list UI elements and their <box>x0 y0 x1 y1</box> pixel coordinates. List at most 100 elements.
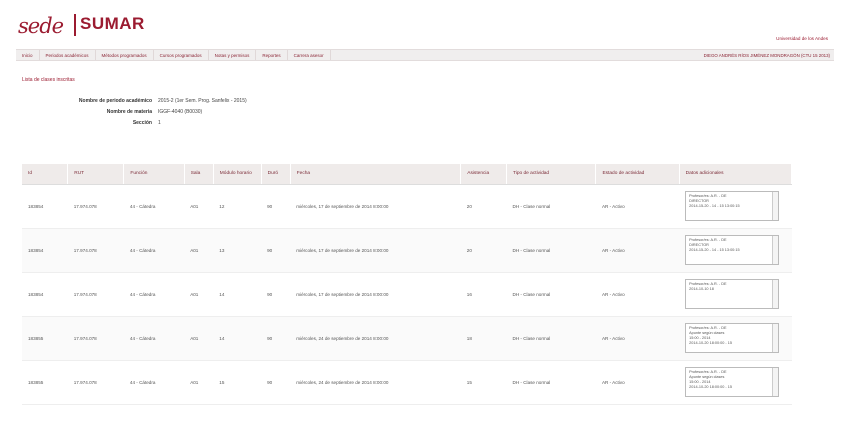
nav-reportes[interactable]: Reportes <box>256 50 288 60</box>
table-row: 183855 17.974.078 44 - Cátedra A01 14 90… <box>22 316 792 361</box>
info-value: 1 <box>158 120 161 126</box>
cell-duro: 90 <box>261 316 291 361</box>
cell-asistencia: 15 <box>460 360 507 405</box>
col-header-detalle[interactable]: Datos adicionales <box>679 164 793 185</box>
info-label: Nombre de periodo académico <box>78 98 152 104</box>
cell-duro: 90 <box>261 228 291 273</box>
cell-sala: A01 <box>184 184 214 229</box>
app-logo-name: SUMAR <box>80 14 145 33</box>
cell-tipo: DH - Clase normal <box>506 316 596 361</box>
cell-detalle: Profesor/es: A.R. - DE 2014-10-10 18 <box>679 272 792 317</box>
cell-modulo: 15 <box>213 360 262 405</box>
cell-funcion: 44 - Cátedra <box>123 316 185 361</box>
header: sede SUMAR Universidad de los Andes <box>0 0 844 46</box>
info-value: 2015-2 (1er Sem. Prog. Sanfelix - 2015) <box>158 98 247 104</box>
detail-textarea[interactable]: Profesor/es: A.R. - DE DIRECTOR 2014-15-… <box>685 235 780 265</box>
user-info[interactable]: DIEGO ANDRÉS RÍOS JIMÉNEZ MONDRAGÓN (CTU… <box>704 53 834 58</box>
cell-fecha: miércoles, 24 de septiembre de 2014 8:00… <box>290 360 461 405</box>
cell-estado: AR - Activo <box>595 360 680 405</box>
cell-funcion: 44 - Cátedra <box>123 228 185 273</box>
breadcrumb[interactable]: Lista de clases inscritas <box>22 77 75 83</box>
cell-modulo: 14 <box>213 272 262 317</box>
detail-line: 2014-10-20 18:00:00 - 15 <box>689 341 732 345</box>
col-header-rut[interactable]: RUT <box>67 164 125 185</box>
cell-fecha: miércoles, 17 de septiembre de 2014 8:00… <box>290 184 461 229</box>
detail-line: 2014-15-20 - 14 - 15 13:00:15 <box>689 204 740 208</box>
cell-duro: 90 <box>261 272 291 317</box>
university-link[interactable]: Universidad de los Andes <box>776 36 828 41</box>
cell-tipo: DH - Clase normal <box>506 228 596 273</box>
cell-estado: AR - Activo <box>595 272 680 317</box>
detail-textarea[interactable]: Profesor/es: A.R. - DE DIRECTOR 2014-15-… <box>685 191 780 221</box>
cell-duro: 90 <box>261 360 291 405</box>
table-row: 183855 17.974.078 44 - Cátedra A01 15 90… <box>22 360 792 405</box>
cell-id: 183855 <box>22 316 68 361</box>
col-header-duro[interactable]: Duró <box>261 164 291 185</box>
col-header-tipo[interactable]: Tipo de actividad <box>506 164 597 185</box>
cell-asistencia: 20 <box>460 184 507 229</box>
info-label: Nombre de materia <box>106 109 152 115</box>
col-header-asistencia[interactable]: Asistencia <box>460 164 508 185</box>
detail-textarea[interactable]: Profesor/es: A.R. - DE Apunte según clas… <box>685 323 780 353</box>
info-label: Sección <box>132 120 152 126</box>
cell-rut: 17.974.078 <box>67 316 124 361</box>
cell-detalle: Profesor/es: A.R. - DE DIRECTOR 2014-15-… <box>679 184 792 229</box>
col-header-funcion[interactable]: Función <box>123 164 185 185</box>
cell-sala: A01 <box>184 228 214 273</box>
col-header-sala[interactable]: Sala <box>184 164 214 185</box>
cell-rut: 17.974.078 <box>67 184 124 229</box>
cell-modulo: 13 <box>213 228 262 273</box>
nav-cursos-programados[interactable]: Cursos programados <box>154 50 209 60</box>
cell-funcion: 44 - Cátedra <box>123 272 185 317</box>
nav-inicio[interactable]: Inicio <box>16 50 40 60</box>
detail-scrollbar[interactable] <box>772 192 779 220</box>
col-header-fecha[interactable]: Fecha <box>290 164 462 185</box>
nav-carrera-asesor[interactable]: Carrera asesor <box>288 50 331 60</box>
cell-funcion: 44 - Cátedra <box>123 184 185 229</box>
cell-sala: A01 <box>184 360 214 405</box>
cell-fecha: miércoles, 17 de septiembre de 2014 8:00… <box>290 228 461 273</box>
cell-rut: 17.974.078 <box>67 228 124 273</box>
cell-detalle: Profesor/es: A.R. - DE DIRECTOR 2014-15-… <box>679 228 792 273</box>
cell-modulo: 14 <box>213 316 262 361</box>
cell-rut: 17.974.078 <box>67 360 124 405</box>
col-header-modulo[interactable]: Módulo horario <box>213 164 262 185</box>
col-header-id[interactable]: Id <box>22 164 69 185</box>
col-header-estado[interactable]: Estado de actividad <box>595 164 680 185</box>
cell-sala: A01 <box>184 316 214 361</box>
cell-detalle: Profesor/es: A.R. - DE Apunte según clas… <box>679 316 792 361</box>
cell-asistencia: 18 <box>460 316 507 361</box>
detail-textarea[interactable]: Profesor/es: A.R. - DE Apunte según clas… <box>685 367 780 397</box>
detail-line: 2014-10-10 18 <box>689 287 714 291</box>
class-info: Nombre de periodo académico 2015-2 (1er … <box>22 98 322 131</box>
cell-sala: A01 <box>184 272 214 317</box>
detail-textarea[interactable]: Profesor/es: A.R. - DE 2014-10-10 18 <box>685 279 780 309</box>
cell-tipo: DH - Clase normal <box>506 184 596 229</box>
main-navbar: Inicio Periodos académicos Métodos progr… <box>16 49 834 61</box>
cell-asistencia: 20 <box>460 228 507 273</box>
detail-scrollbar[interactable] <box>772 236 779 264</box>
cell-id: 183854 <box>22 184 68 229</box>
cell-detalle: Profesor/es: A.R. - DE Apunte según clas… <box>679 360 792 405</box>
info-row-periodo: Nombre de periodo académico 2015-2 (1er … <box>22 98 322 104</box>
cell-fecha: miércoles, 24 de septiembre de 2014 8:00… <box>290 316 461 361</box>
cell-id: 183854 <box>22 228 68 273</box>
detail-scrollbar[interactable] <box>772 324 779 352</box>
cell-asistencia: 16 <box>460 272 507 317</box>
cell-rut: 17.974.078 <box>67 272 124 317</box>
info-value: IGGF-4040 (B0030) <box>158 109 203 115</box>
nav-periodos-academicos[interactable]: Periodos académicos <box>40 50 96 60</box>
table-header-row: Id RUT Función Sala Módulo horario Duró … <box>22 164 793 185</box>
cell-modulo: 12 <box>213 184 262 229</box>
detail-line: 2014-15-20 - 14 - 15 13:00:15 <box>689 248 740 252</box>
logo-script: sede <box>18 14 64 38</box>
cell-funcion: 44 - Cátedra <box>123 360 185 405</box>
cell-estado: AR - Activo <box>595 316 680 361</box>
detail-scrollbar[interactable] <box>772 280 779 308</box>
table-row: 183854 17.974.078 44 - Cátedra A01 12 90… <box>22 184 792 229</box>
nav-notas-permisos[interactable]: Notas y permisos <box>209 50 257 60</box>
classes-table: Id RUT Función Sala Módulo horario Duró … <box>22 164 793 405</box>
detail-scrollbar[interactable] <box>772 368 779 396</box>
nav-metodos-programados[interactable]: Métodos programados <box>96 50 154 60</box>
detail-line: 2014-10-20 18:00:00 - 15 <box>689 385 732 389</box>
